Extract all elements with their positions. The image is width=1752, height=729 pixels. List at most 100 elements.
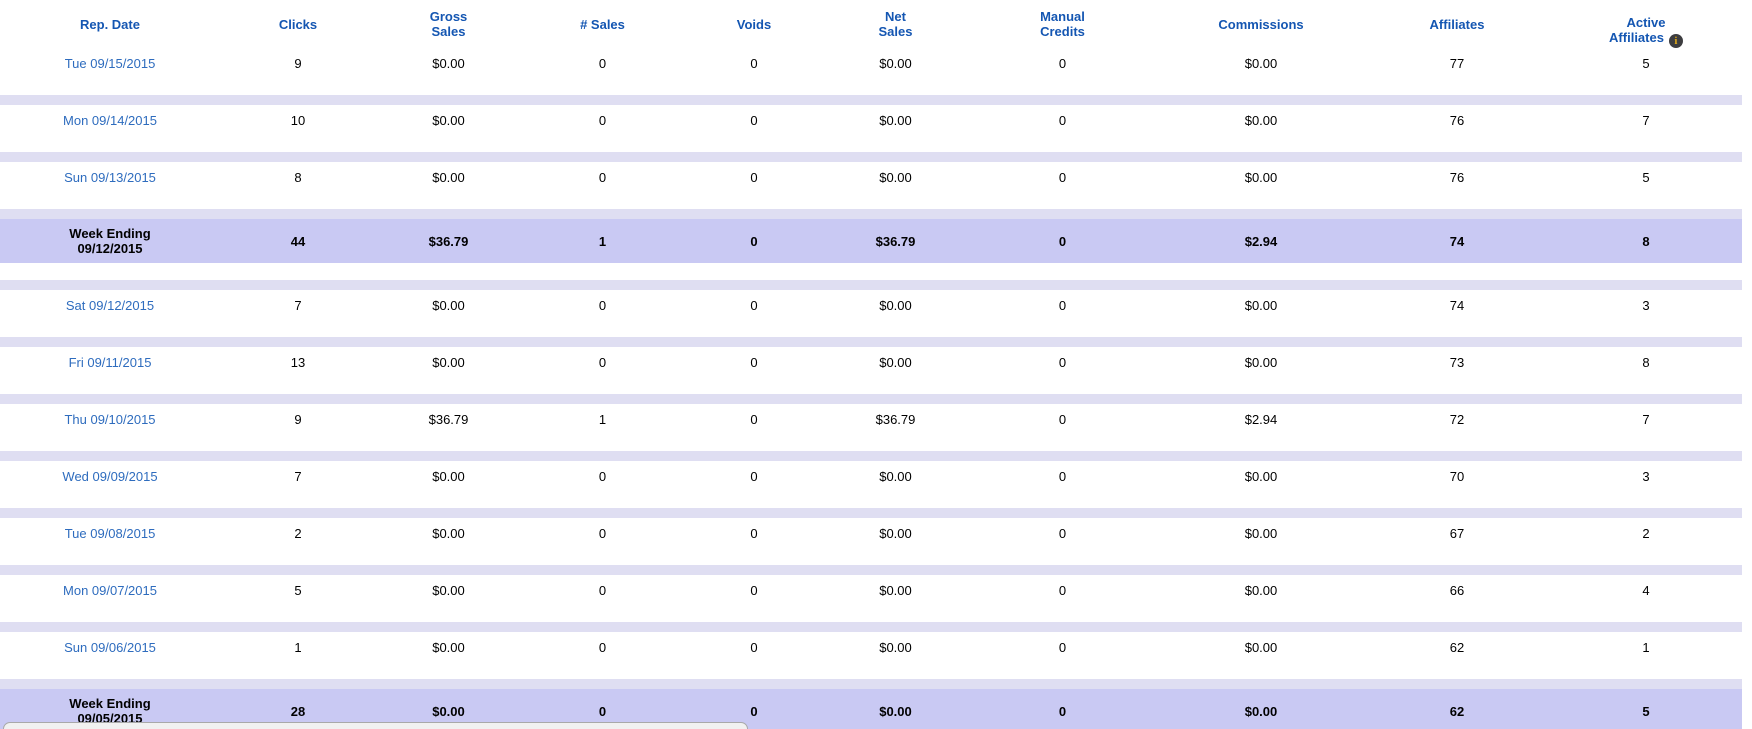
voids-cell: 0: [750, 411, 758, 427]
report-date-link[interactable]: Mon 09/14/2015: [63, 113, 157, 128]
affiliates-cell: 74: [1449, 233, 1465, 249]
clicks-cell: 10: [290, 112, 306, 128]
column-header-label: Rep. Date: [80, 16, 140, 32]
row-separator-band: [0, 152, 1742, 162]
net-sales-cell: $36.79: [875, 411, 916, 427]
date-cell: Thu 09/10/2015: [0, 404, 220, 434]
clicks-cell: 44: [290, 233, 306, 249]
net-sales-cell: $36.79: [875, 233, 916, 249]
net-sales-cell: $0.00: [879, 703, 912, 719]
row-gap: [0, 605, 1742, 622]
commissions-cell: $0.00: [1244, 112, 1278, 128]
report-date-link[interactable]: Fri 09/11/2015: [69, 355, 152, 370]
voids-cell: 0: [750, 354, 758, 370]
voids-cell: 0: [750, 639, 758, 655]
active-affiliates-cell: 8: [1642, 233, 1650, 249]
column-header-label: Voids: [736, 16, 772, 32]
report-date-link[interactable]: Thu 09/10/2015: [64, 412, 155, 427]
info-icon[interactable]: i: [1668, 34, 1683, 48]
row-separator-band: [0, 337, 1742, 347]
active-affiliates-cell: 5: [1642, 55, 1650, 71]
num-sales-cell: 0: [598, 582, 607, 598]
net-sales-cell: $0.00: [879, 354, 912, 370]
commissions-cell: $0.00: [1244, 297, 1278, 313]
active-affiliates-cell: 2: [1642, 525, 1650, 541]
row-separator-band: [0, 565, 1742, 575]
table-header-row: Rep. Date Clicks Gross Sales # Sales Voi…: [0, 0, 1742, 48]
gross-sales-cell: $0.00: [432, 582, 465, 598]
clicks-cell: 8: [294, 169, 302, 185]
column-header-manual-credits[interactable]: Manual Credits: [967, 0, 1158, 48]
report-date-link[interactable]: Mon 09/07/2015: [63, 583, 157, 598]
affiliates-cell: 62: [1449, 639, 1465, 655]
num-sales-cell: 1: [598, 411, 607, 427]
date-cell: Sun 09/13/2015: [0, 162, 220, 192]
date-cell: Tue 09/15/2015: [0, 48, 220, 78]
net-sales-cell: $0.00: [879, 468, 912, 484]
column-header-label: Commissions: [1218, 16, 1304, 32]
affiliates-cell: 62: [1449, 703, 1465, 719]
table-row: Sat 09/12/2015 7 $0.00 0 0 $0.00 0 $0.00 74 3: [0, 290, 1742, 320]
column-header-affiliates[interactable]: Affiliates: [1364, 0, 1550, 48]
num-sales-cell: 0: [598, 525, 607, 541]
column-header-clicks[interactable]: Clicks: [220, 0, 376, 48]
row-gap: [0, 377, 1742, 394]
column-header-label: Active Affiliates: [1609, 15, 1666, 45]
column-header-rep-date[interactable]: Rep. Date: [0, 0, 220, 48]
column-header-gross-sales[interactable]: Gross Sales: [376, 0, 521, 48]
column-header-net-sales[interactable]: Net Sales: [824, 0, 967, 48]
row-separator-band: [0, 394, 1742, 404]
clicks-cell: 7: [294, 297, 302, 313]
report-date-link[interactable]: Sun 09/06/2015: [64, 640, 156, 655]
gross-sales-cell: $0.00: [432, 55, 465, 71]
active-affiliates-cell: 3: [1642, 468, 1650, 484]
affiliates-cell: 76: [1449, 112, 1465, 128]
report-date-link[interactable]: Tue 09/15/2015: [65, 56, 156, 71]
row-separator-band: [0, 622, 1742, 632]
active-affiliates-cell: 7: [1642, 112, 1650, 128]
row-separator-band: [0, 508, 1742, 518]
gross-sales-cell: $36.79: [428, 233, 469, 249]
report-date-link[interactable]: Tue 09/08/2015: [65, 526, 156, 541]
horizontal-scrollbar-thumb[interactable]: [3, 722, 748, 729]
manual-credits-cell: 0: [1058, 703, 1067, 719]
voids-cell: 0: [750, 582, 758, 598]
active-affiliates-cell: 4: [1642, 582, 1650, 598]
report-date-link[interactable]: Sat 09/12/2015: [66, 298, 154, 313]
clicks-cell: 5: [294, 582, 302, 598]
clicks-cell: 2: [294, 525, 302, 541]
num-sales-cell: 0: [598, 639, 607, 655]
date-cell: Sun 09/06/2015: [0, 632, 220, 662]
report-date-link[interactable]: Wed 09/09/2015: [62, 469, 157, 484]
commissions-cell: $0.00: [1244, 354, 1278, 370]
affiliate-stats-report-table: Rep. Date Clicks Gross Sales # Sales Voi…: [0, 0, 1742, 729]
column-header-voids[interactable]: Voids: [684, 0, 824, 48]
table-row: Thu 09/10/2015 9 $36.79 1 0 $36.79 0 $2.94 72 7: [0, 404, 1742, 434]
voids-cell: 0: [750, 55, 758, 71]
row-separator-band: [0, 209, 1742, 219]
clicks-cell: 9: [294, 411, 302, 427]
report-date-link[interactable]: Sun 09/13/2015: [64, 170, 156, 185]
active-affiliates-cell: 1: [1642, 639, 1650, 655]
affiliates-cell: 76: [1449, 169, 1465, 185]
affiliates-cell: 72: [1449, 411, 1465, 427]
column-header-active-affiliates[interactable]: Active Affiliates i: [1550, 0, 1742, 48]
commissions-cell: $0.00: [1244, 525, 1278, 541]
column-header-num-sales[interactable]: # Sales: [521, 0, 684, 48]
date-cell: Sat 09/12/2015: [0, 290, 220, 320]
voids-cell: 0: [750, 468, 758, 484]
row-gap: [0, 320, 1742, 337]
row-separator-band: [0, 679, 1742, 689]
row-separator-band: [0, 451, 1742, 461]
clicks-cell: 1: [294, 639, 302, 655]
clicks-cell: 7: [294, 468, 302, 484]
week-ending-label: Week Ending 09/12/2015: [69, 226, 151, 256]
affiliates-cell: 66: [1449, 582, 1465, 598]
table-row: Sun 09/06/2015 1 $0.00 0 0 $0.00 0 $0.00 62 1: [0, 632, 1742, 662]
voids-cell: 0: [750, 112, 758, 128]
column-header-commissions[interactable]: Commissions: [1158, 0, 1364, 48]
manual-credits-cell: 0: [1058, 55, 1067, 71]
commissions-cell: $0.00: [1244, 169, 1278, 185]
manual-credits-cell: 0: [1058, 112, 1067, 128]
num-sales-cell: 0: [598, 112, 607, 128]
